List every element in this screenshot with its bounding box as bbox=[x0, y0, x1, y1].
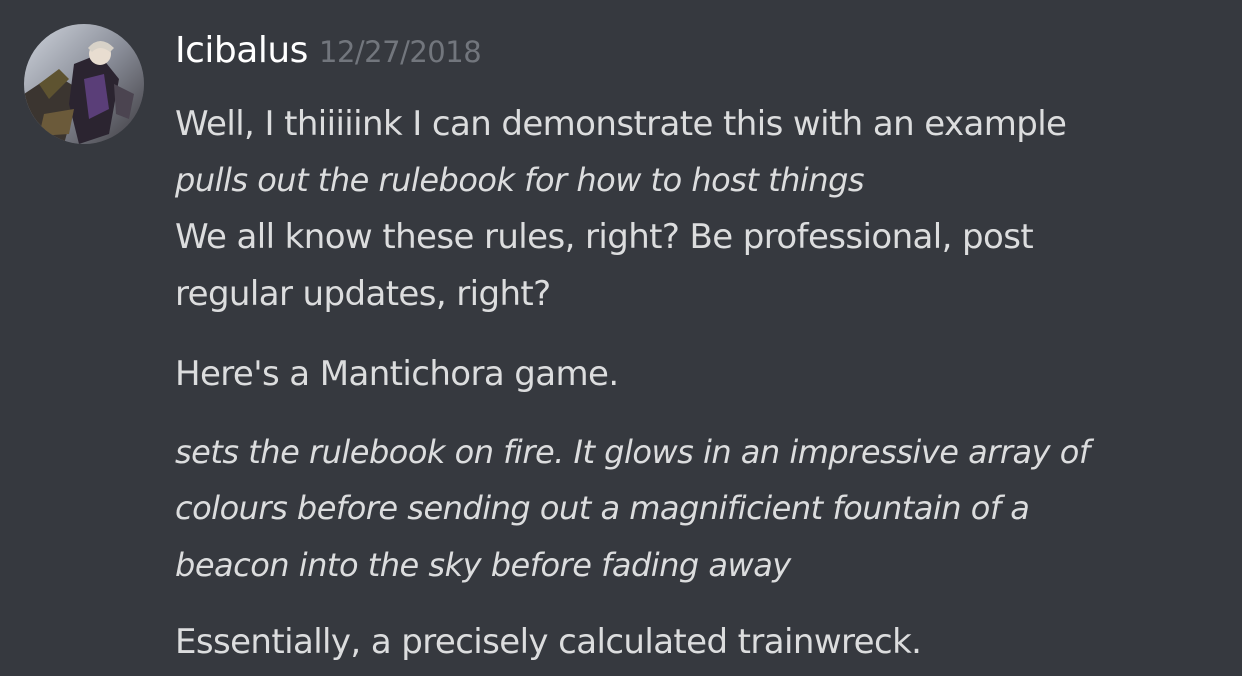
message-line: sets the rulebook on fire. It glows in a… bbox=[175, 433, 1090, 471]
message-line: colours before sending out a magnificien… bbox=[175, 489, 1030, 527]
message-line: We all know these rules, right? Be profe… bbox=[175, 217, 1034, 257]
timestamp: 12/27/2018 bbox=[319, 35, 482, 69]
message-line: Here's a Mantichora game. bbox=[175, 354, 619, 394]
message-line: Well, I thiiiiink I can demonstrate this… bbox=[175, 104, 1067, 144]
message-header: Icibalus 12/27/2018 bbox=[175, 30, 482, 86]
chat-message: Icibalus 12/27/2018 Well, I thiiiiink I … bbox=[0, 0, 1242, 676]
message-line: beacon into the sky before fading away bbox=[175, 546, 791, 584]
message-line: pulls out the rulebook for how to host t… bbox=[175, 161, 865, 199]
message-line: regular updates, right? bbox=[175, 274, 551, 314]
username[interactable]: Icibalus bbox=[175, 30, 308, 71]
user-avatar[interactable] bbox=[24, 24, 144, 144]
user-avatar-icon bbox=[24, 24, 144, 144]
message-line: Essentially, a precisely calculated trai… bbox=[175, 622, 922, 662]
